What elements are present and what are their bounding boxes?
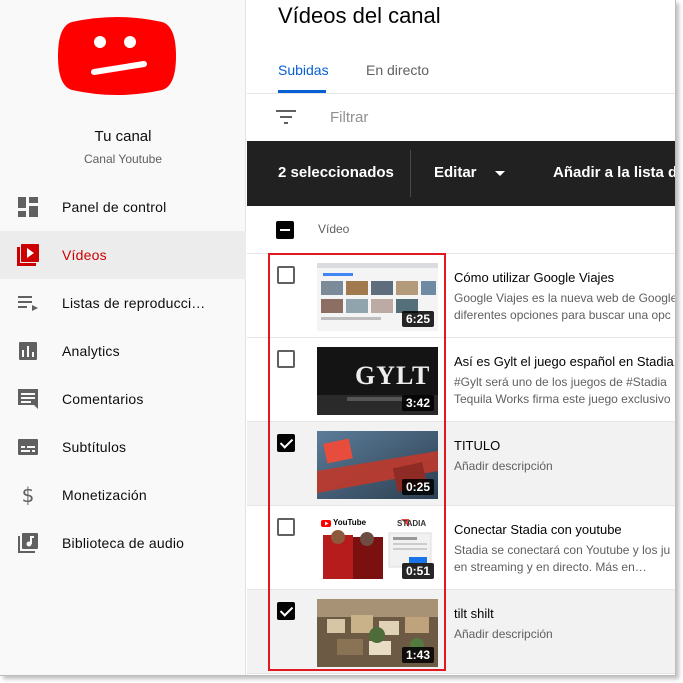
edit-button[interactable]: Editar (434, 164, 477, 181)
sidebar-item-label: Vídeos (62, 247, 107, 263)
chevron-down-icon[interactable] (495, 171, 505, 176)
playlists-icon (16, 291, 40, 315)
stadia-thumb-label: STADIA (397, 519, 427, 528)
add-to-playlist-button[interactable]: Añadir a la lista de (553, 164, 675, 181)
table-row[interactable]: YouTube STADIA 0:51 Conectar Stadia con … (247, 506, 675, 590)
sidebar-item-panel-de-control[interactable]: Panel de control (0, 183, 246, 231)
action-bar-divider (410, 150, 411, 197)
sidebar-item-label: Monetización (62, 487, 147, 503)
active-tab-indicator (278, 90, 326, 93)
analytics-icon (16, 339, 40, 363)
main-content: Vídeos del canal Subidas En directo Filt… (247, 0, 676, 675)
page-title: Vídeos del canal (278, 3, 441, 28)
video-duration: 3:42 (401, 395, 434, 411)
video-thumbnail[interactable]: GYLT 3:42 (317, 347, 438, 415)
table-row[interactable]: GYLT 3:42 Así es Gylt el juego español e… (247, 338, 675, 422)
video-description: #Gylt será uno de los juegos de #Stadia … (454, 375, 671, 406)
row-checkbox[interactable] (277, 602, 295, 620)
audio-library-icon (16, 531, 40, 555)
video-thumbnail[interactable]: 1:43 (317, 599, 438, 667)
sidebar-item-label: Biblioteca de audio (62, 535, 185, 551)
channel-subtitle: Canal Youtube (83, 152, 163, 166)
subtitles-icon (16, 435, 40, 459)
video-title[interactable]: Así es Gylt el juego español en Stadia. (454, 354, 675, 369)
video-title[interactable]: Conectar Stadia con youtube (454, 522, 622, 537)
table-row[interactable]: 0:25 TITULO Añadir descripción (247, 422, 675, 506)
sidebar-item-subtitulos[interactable]: Subtítulos (0, 423, 246, 471)
video-duration: 1:43 (401, 647, 434, 663)
table-row[interactable]: 6:25 Cómo utilizar Google Viajes Google … (247, 254, 676, 338)
row-checkbox[interactable] (277, 518, 295, 536)
video-description: Stadia se conectará con Youtube y los ju… (454, 543, 671, 574)
row-checkbox[interactable] (277, 266, 295, 284)
sidebar-item-label: Panel de control (62, 199, 167, 215)
video-title[interactable]: Cómo utilizar Google Viajes (454, 270, 614, 285)
gylt-thumb-text: GYLT (355, 361, 431, 390)
videos-icon (16, 243, 40, 267)
sidebar-item-label: Subtítulos (62, 439, 127, 455)
selected-count: 2 seleccionados (278, 164, 394, 181)
column-header-video: Vídeo (318, 222, 350, 236)
sidebar-item-videos[interactable]: Vídeos (0, 231, 246, 279)
filter-input[interactable]: Filtrar (330, 109, 368, 126)
video-thumbnail[interactable]: 0:25 (317, 431, 438, 499)
youtube-thumb-label: YouTube (333, 518, 367, 527)
video-description: Añadir descripción (454, 459, 553, 473)
video-description: Añadir descripción (454, 627, 553, 641)
dollar-icon: $ (21, 483, 35, 507)
dashboard-icon (16, 195, 40, 219)
video-thumbnail[interactable]: 6:25 (317, 263, 438, 331)
table-header: Vídeo (247, 206, 675, 254)
filter-bar: Filtrar (247, 95, 675, 141)
sidebar-item-comentarios[interactable]: Comentarios (0, 375, 246, 423)
sidebar-item-biblioteca-audio[interactable]: Biblioteca de audio (0, 519, 246, 567)
select-all-checkbox[interactable] (276, 221, 294, 239)
sidebar: Tu canal Canal Youtube Panel de control … (0, 0, 246, 675)
sidebar-item-label: Comentarios (62, 391, 144, 407)
video-duration: 0:25 (401, 479, 434, 495)
sidebar-item-label: Listas de reproducci… (62, 295, 206, 311)
video-title[interactable]: tilt shilt (454, 606, 494, 621)
video-duration: 0:51 (401, 563, 434, 579)
tab-en-directo[interactable]: En directo (366, 62, 429, 78)
sidebar-item-listas[interactable]: Listas de reproducci… (0, 279, 246, 327)
youtube-studio-window: Tu canal Canal Youtube Panel de control … (0, 0, 676, 676)
sidebar-item-analytics[interactable]: Analytics (0, 327, 246, 375)
row-checkbox[interactable] (277, 350, 295, 368)
comments-icon (16, 387, 40, 411)
filter-icon[interactable] (276, 110, 296, 129)
video-duration: 6:25 (401, 311, 434, 327)
channel-name: Tu canal (94, 128, 152, 145)
video-description: Google Viajes es la nueva web de Google … (454, 291, 676, 322)
sidebar-item-label: Analytics (62, 343, 120, 359)
sidebar-nav: Panel de control Vídeos Listas de reprod… (0, 183, 246, 567)
table-row[interactable]: 1:43 tilt shilt Añadir descripción (247, 590, 675, 674)
video-title[interactable]: TITULO (454, 438, 500, 453)
selection-action-bar: 2 seleccionados Editar Añadir a la lista… (247, 141, 675, 206)
sidebar-item-monetizacion[interactable]: $ Monetización (0, 471, 246, 519)
video-thumbnail[interactable]: YouTube STADIA 0:51 (317, 515, 438, 583)
channel-avatar[interactable] (58, 14, 176, 98)
tab-subidas[interactable]: Subidas (278, 62, 329, 78)
row-checkbox[interactable] (277, 434, 295, 452)
tab-bar: Subidas En directo (247, 50, 675, 94)
